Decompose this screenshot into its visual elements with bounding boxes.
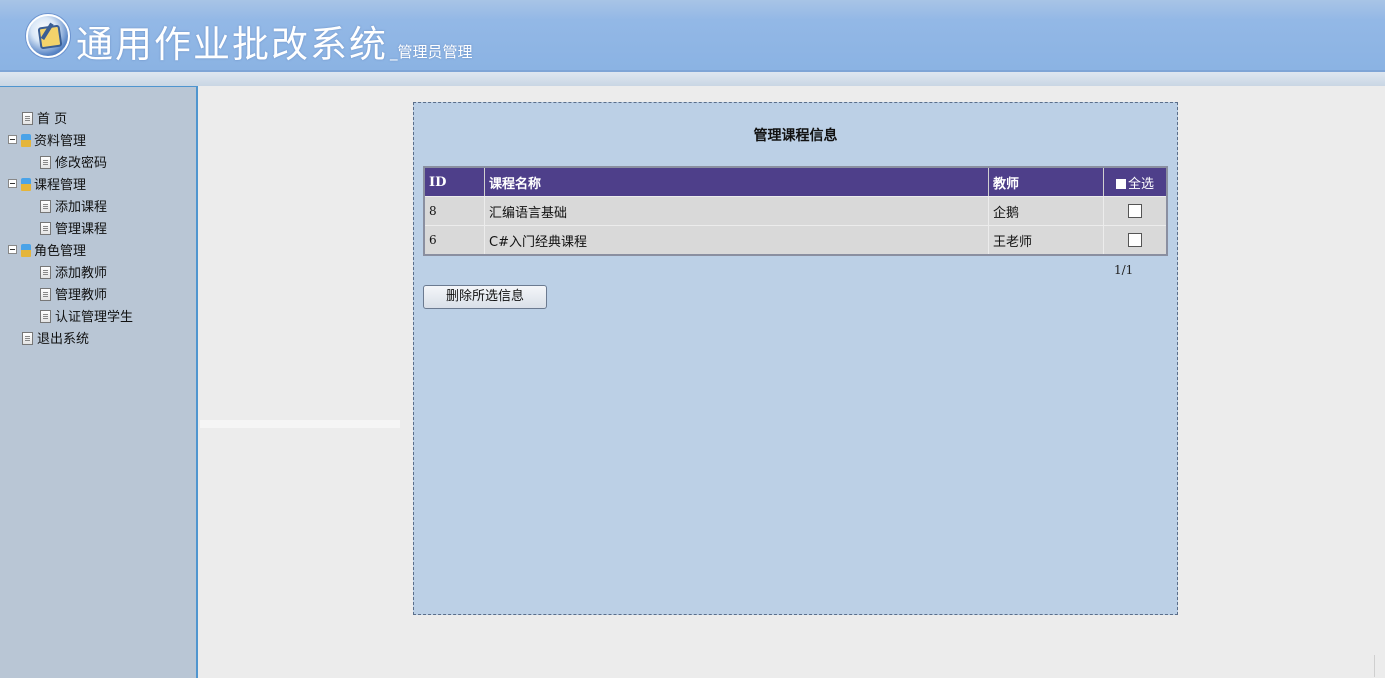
sidebar-item-add-teacher[interactable]: 添加教师	[0, 263, 196, 285]
collapse-toggle-icon[interactable]	[8, 179, 17, 188]
sidebar-item-label: 角色管理	[34, 244, 87, 259]
sidebar-item-label: 资料管理	[34, 134, 87, 149]
sidebar-item-label: 添加教师	[55, 266, 108, 281]
resize-grip	[1374, 655, 1385, 677]
sidebar: 首 页 资料管理 修改密码 课程管理 添加课程 管理课程 角色管理 添加教师 管…	[0, 86, 198, 678]
column-header-course-name: 课程名称	[485, 168, 989, 196]
collapse-toggle-icon[interactable]	[8, 135, 17, 144]
cell-id: 6	[425, 225, 485, 254]
page-icon	[40, 266, 51, 279]
sidebar-item-change-password[interactable]: 修改密码	[0, 153, 196, 175]
page-indicator: 1/1	[1114, 263, 1134, 277]
row-checkbox[interactable]	[1128, 204, 1142, 218]
cell-select	[1104, 196, 1166, 225]
sidebar-item-manage-teachers[interactable]: 管理教师	[0, 285, 196, 307]
app-subtitle: _管理员管理	[390, 43, 473, 61]
delete-selected-button[interactable]: 删除所选信息	[423, 285, 547, 309]
page-icon	[40, 310, 51, 323]
sidebar-item-label: 首 页	[37, 112, 68, 127]
cell-course-name: 汇编语言基础	[485, 196, 989, 225]
column-header-teacher: 教师	[989, 168, 1104, 196]
cell-teacher: 企鹅	[989, 196, 1104, 225]
cell-select	[1104, 225, 1166, 254]
page-icon	[22, 332, 33, 345]
background-strip	[200, 420, 400, 428]
sidebar-item-logout[interactable]: 退出系统	[0, 329, 196, 351]
sidebar-item-verify-students[interactable]: 认证管理学生	[0, 307, 196, 329]
row-checkbox[interactable]	[1128, 233, 1142, 247]
page-title: 管理课程信息	[753, 128, 838, 144]
page-icon	[40, 156, 51, 169]
folder-icon	[21, 244, 31, 257]
app-header: 通用作业批改系统 _管理员管理	[0, 0, 1385, 72]
table-row: 8 汇编语言基础 企鹅	[425, 196, 1166, 225]
sidebar-item-home[interactable]: 首 页	[0, 109, 196, 131]
logo-icon	[26, 14, 70, 58]
sidebar-group-profile[interactable]: 资料管理	[0, 131, 196, 153]
course-table: ID 课程名称 教师 全选 8 汇编语言基础 企鹅 6 C#入门经典课程 王老师	[423, 166, 1168, 256]
sidebar-item-label: 认证管理学生	[55, 310, 134, 325]
select-all-label[interactable]: 全选	[1128, 177, 1154, 192]
table-row: 6 C#入门经典课程 王老师	[425, 225, 1166, 254]
sidebar-item-label: 课程管理	[34, 178, 87, 193]
folder-icon	[21, 178, 31, 191]
cell-course-name: C#入门经典课程	[485, 225, 989, 254]
sidebar-item-label: 管理课程	[55, 222, 108, 237]
sidebar-item-label: 退出系统	[37, 332, 90, 347]
app-title-text: 通用作业批改系统	[76, 23, 388, 66]
sidebar-group-roles[interactable]: 角色管理	[0, 241, 196, 263]
sidebar-item-label: 添加课程	[55, 200, 108, 215]
course-management-panel: 管理课程信息 ID 课程名称 教师 全选 8 汇编语言基础 企鹅 6 C#入门经…	[413, 102, 1178, 615]
sidebar-item-add-course[interactable]: 添加课程	[0, 197, 196, 219]
cell-id: 8	[425, 196, 485, 225]
collapse-toggle-icon[interactable]	[8, 245, 17, 254]
page-icon	[22, 112, 33, 125]
sidebar-tree: 首 页 资料管理 修改密码 课程管理 添加课程 管理课程 角色管理 添加教师 管…	[0, 87, 196, 351]
page-icon	[40, 288, 51, 301]
select-all-header[interactable]: 全选	[1104, 168, 1166, 196]
page-icon	[40, 200, 51, 213]
sidebar-item-manage-courses[interactable]: 管理课程	[0, 219, 196, 241]
folder-icon	[21, 134, 31, 147]
sidebar-item-label: 管理教师	[55, 288, 108, 303]
page-icon	[40, 222, 51, 235]
sidebar-group-courses[interactable]: 课程管理	[0, 175, 196, 197]
select-all-checkbox[interactable]	[1115, 178, 1126, 189]
app-title: 通用作业批改系统 _管理员管理	[76, 14, 473, 68]
table-header-row: ID 课程名称 教师 全选	[425, 168, 1166, 196]
header-subbar	[0, 72, 1385, 86]
cell-teacher: 王老师	[989, 225, 1104, 254]
sidebar-item-label: 修改密码	[55, 156, 108, 171]
column-header-id: ID	[425, 168, 485, 196]
